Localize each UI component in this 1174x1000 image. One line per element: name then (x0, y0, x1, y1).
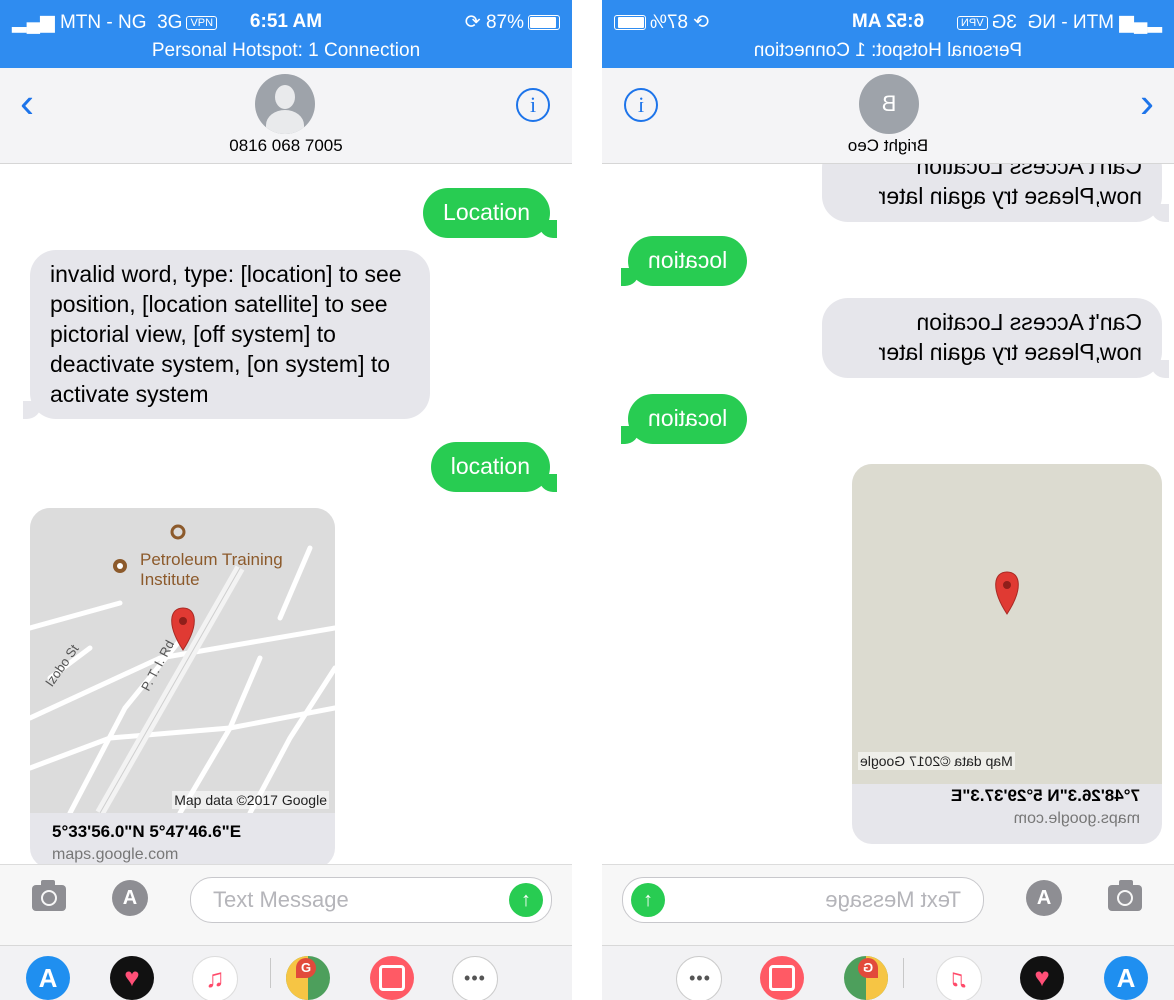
heart-app-icon[interactable] (110, 956, 154, 1000)
camera-icon[interactable] (1108, 885, 1142, 911)
avatar[interactable]: B (859, 74, 919, 134)
battery-indicator: ⟳ 87% (465, 11, 560, 34)
music-app-icon[interactable]: ♫ (192, 956, 238, 1000)
right-screenshot-mirrored: ▂▄▆ MTN - NG 3GVPN 6:52 AM ⟳ 87% Persona… (602, 0, 1174, 1000)
status-bar: ▂▄▆ MTN - NG 3G VPN 6:51 AM ⟳ 87% Persona… (0, 0, 572, 68)
arrow-up-icon[interactable]: ↑ (509, 883, 543, 917)
message-thread: Can't Access Location now,Please try aga… (602, 164, 1174, 864)
contact-name[interactable]: Bright Ceo (602, 136, 1174, 156)
map-preview-card[interactable]: Map data ©2017 Google 7°48'26.3"N 5°29'3… (852, 464, 1162, 844)
hotspot-banner[interactable]: Personal Hotspot: 1 Connection (602, 40, 1174, 62)
map-image (852, 464, 1162, 784)
incoming-message[interactable]: invalid word, type: [location] to see po… (23, 250, 430, 420)
map-coordinates: 5°33'56.0"N 5°47'46.6"E (52, 822, 242, 841)
incoming-message[interactable]: Can't Access Location now,Please try aga… (822, 164, 1162, 222)
compose-bar: A ↑ (602, 864, 1174, 945)
map-attribution: Map data ©2017 Google (858, 752, 1015, 770)
dock-divider (270, 958, 271, 988)
map-attribution: Map data ©2017 Google (172, 791, 329, 809)
arrow-up-icon[interactable]: ↑ (631, 883, 665, 917)
map-coordinates: 7°48'26.3"N 5°29'37.3"E (950, 786, 1140, 805)
tinder-app-icon[interactable] (760, 956, 804, 1000)
avatar-initial: B (881, 91, 897, 116)
message-thread: Location invalid word, type: [location] … (0, 164, 572, 864)
chevron-left-icon[interactable]: ‹ (1140, 79, 1154, 126)
map-poi-label: Petroleum Training Institute (140, 550, 283, 590)
message-input[interactable] (689, 884, 963, 916)
avatar[interactable] (255, 74, 315, 134)
appstore-app-icon[interactable]: A (1104, 956, 1148, 1000)
info-icon[interactable]: i (516, 88, 550, 122)
conversation-header: ‹ B Bright Ceo i (602, 68, 1174, 164)
incoming-message[interactable]: Can't Access Location now,Please try aga… (822, 298, 1162, 378)
camera-icon[interactable] (32, 880, 66, 911)
appstore-icon[interactable]: A (1026, 880, 1062, 916)
compose-bar: A ↑ (0, 864, 572, 945)
appstore-app-icon[interactable]: A (26, 956, 70, 1000)
battery-icon (614, 15, 646, 31)
hotspot-banner[interactable]: Personal Hotspot: 1 Connection (0, 40, 572, 62)
message-field[interactable]: ↑ (190, 877, 552, 923)
maps-app-icon[interactable] (844, 956, 888, 1000)
conversation-header: ‹ 0816 068 7005 i (0, 68, 572, 164)
more-icon[interactable]: ••• (676, 956, 722, 1000)
more-icon[interactable]: ••• (452, 956, 498, 1000)
tinder-app-icon[interactable] (370, 956, 414, 1000)
dock-divider (903, 958, 904, 988)
outgoing-message[interactable]: Location (423, 188, 557, 238)
outgoing-message[interactable]: location (628, 394, 748, 444)
outgoing-message[interactable]: location (628, 236, 748, 286)
outgoing-message[interactable]: location (430, 442, 558, 492)
music-app-icon[interactable]: ♫ (936, 956, 982, 1000)
message-input[interactable] (211, 884, 485, 916)
left-screenshot: ▂▄▆ MTN - NG 3G VPN 6:51 AM ⟳ 87% Persona… (0, 0, 572, 1000)
app-drawer: A ♫ ••• (0, 945, 572, 1000)
contact-name[interactable]: 0816 068 7005 (0, 136, 572, 156)
maps-app-icon[interactable] (286, 956, 330, 1000)
message-field[interactable]: ↑ (622, 877, 984, 923)
appstore-icon[interactable]: A (112, 880, 148, 916)
status-bar: ▂▄▆ MTN - NG 3GVPN 6:52 AM ⟳ 87% Persona… (602, 0, 1174, 68)
map-domain: maps.google.com (52, 846, 179, 863)
app-drawer: A ♫ ••• (602, 945, 1174, 1000)
map-domain: maps.google.com (1013, 810, 1140, 827)
chevron-left-icon[interactable]: ‹ (20, 82, 34, 124)
battery-icon (528, 15, 560, 31)
info-icon[interactable]: i (624, 88, 658, 122)
battery-indicator: ⟳ 87% (614, 11, 709, 34)
map-preview-card[interactable]: Petroleum Training Institute Izobo St P.… (30, 508, 335, 864)
heart-app-icon[interactable] (1020, 956, 1064, 1000)
